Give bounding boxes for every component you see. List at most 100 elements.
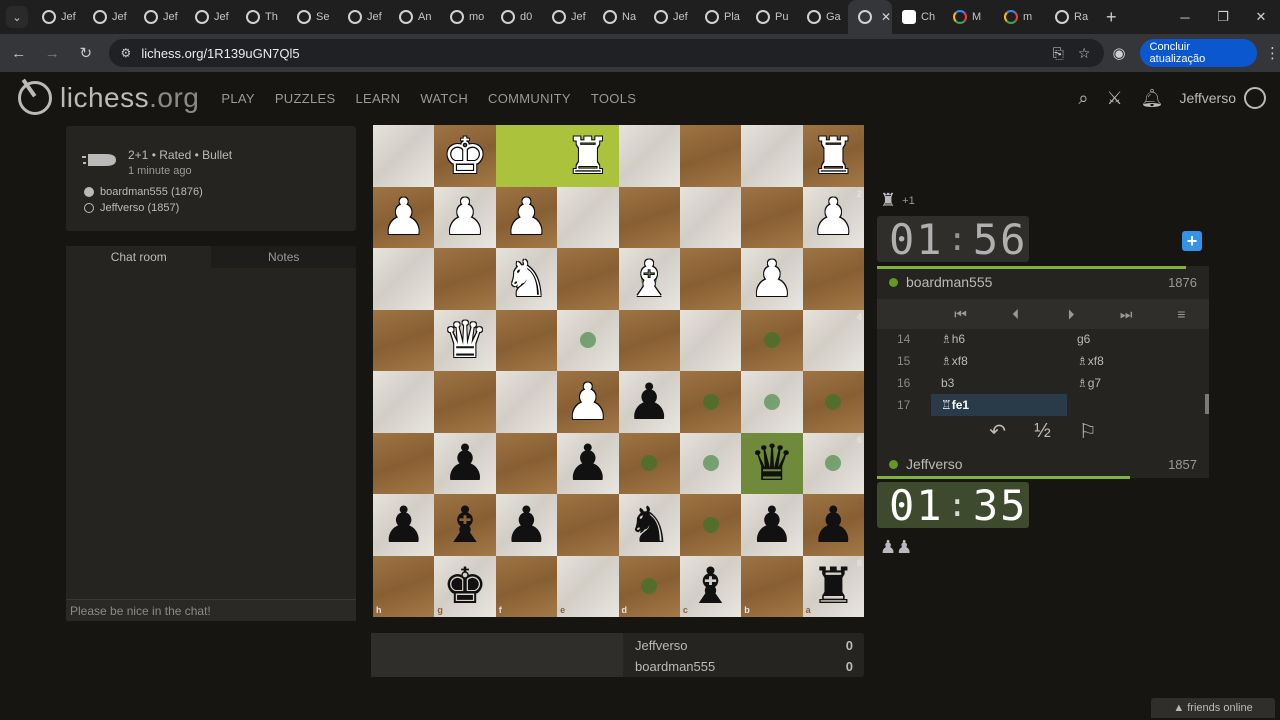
board-square[interactable] xyxy=(741,125,803,187)
move-hint-dot[interactable] xyxy=(763,393,780,410)
black-move[interactable]: ♗g7 xyxy=(1067,372,1203,394)
board-square[interactable] xyxy=(495,432,558,494)
chess-board[interactable]: ♚ ♜ ♜ ♟ ♟ ♟ ♟ ♞ ♝ ♟ ♛ ♟ ♟ ♟ ♟ ♛ ♟ ♝ ♟ ♞ ♟ ♟ ♚ ♝ ♜ 1 2 3 4 5 6 7 8 h g f e d c b… xyxy=(373,125,865,618)
white-piece-e1[interactable]: ♜ xyxy=(557,125,618,187)
user-menu[interactable]: Jeffverso xyxy=(1179,90,1236,106)
browser-tab[interactable]: An xyxy=(389,0,440,34)
close-tab-icon[interactable]: ✕ xyxy=(881,10,891,24)
nav-learn[interactable]: LEARN xyxy=(355,91,400,106)
browser-tab[interactable]: Jef xyxy=(644,0,695,34)
tab-search-button[interactable]: ⌄ xyxy=(6,6,28,28)
white-piece-d3[interactable]: ♝ xyxy=(619,248,680,310)
move-hint-dot[interactable] xyxy=(702,393,719,410)
black-move[interactable]: ♗xf8 xyxy=(1067,350,1203,372)
browser-tab[interactable]: Pu xyxy=(746,0,797,34)
white-piece-a1[interactable]: ♜ xyxy=(803,125,864,187)
board-square[interactable] xyxy=(373,309,435,371)
board-square[interactable] xyxy=(802,248,865,310)
white-piece-h2[interactable]: ♟ xyxy=(373,187,434,249)
black-piece-a8[interactable]: ♜ xyxy=(803,556,864,618)
board-square[interactable] xyxy=(557,248,619,310)
board-square[interactable] xyxy=(373,432,435,494)
black-piece-d7[interactable]: ♞ xyxy=(619,494,680,556)
white-move[interactable]: ♖fe1 xyxy=(931,394,1067,416)
resign-flag-icon[interactable]: ⚐ xyxy=(1079,419,1097,444)
white-move[interactable]: ♗h6 xyxy=(931,328,1067,350)
move-hint-dot[interactable] xyxy=(702,516,719,533)
black-piece-f7[interactable]: ♟ xyxy=(496,494,557,556)
board-square[interactable] xyxy=(679,186,742,248)
nav-community[interactable]: COMMUNITY xyxy=(488,91,571,106)
white-piece-f3[interactable]: ♞ xyxy=(496,248,557,310)
reload-button[interactable]: ↻ xyxy=(71,38,101,68)
black-piece-b6[interactable]: ♛ xyxy=(741,433,802,495)
board-square[interactable] xyxy=(495,371,558,433)
black-piece-g6[interactable]: ♟ xyxy=(434,433,495,495)
board-square[interactable] xyxy=(802,309,865,371)
chat-input[interactable]: Please be nice in the chat! xyxy=(66,599,356,621)
browser-tab[interactable]: Jef xyxy=(134,0,185,34)
move-hint-dot[interactable] xyxy=(825,393,842,410)
board-square[interactable] xyxy=(434,371,496,433)
player-user[interactable]: Jeffverso 1857 xyxy=(889,456,1197,472)
browser-tab[interactable]: M xyxy=(943,0,994,34)
white-piece-a2[interactable]: ♟ xyxy=(803,187,864,249)
board-square[interactable] xyxy=(495,555,558,617)
swords-icon[interactable]: ⚔ xyxy=(1106,88,1122,109)
white-piece-g1[interactable]: ♚ xyxy=(434,125,495,187)
nav-puzzles[interactable]: PUZZLES xyxy=(275,91,336,106)
black-piece-g8[interactable]: ♚ xyxy=(434,556,495,618)
tab-chat-room[interactable]: Chat room xyxy=(66,246,212,268)
black-piece-h7[interactable]: ♟ xyxy=(373,494,434,556)
board-square[interactable] xyxy=(373,371,435,433)
update-button[interactable]: Concluir atualização xyxy=(1139,39,1257,67)
browser-tab[interactable]: Se xyxy=(287,0,338,34)
nav-tools[interactable]: TOOLS xyxy=(591,91,636,106)
black-piece-e6[interactable]: ♟ xyxy=(557,433,618,495)
browser-menu-icon[interactable]: ⋮ xyxy=(1265,44,1280,62)
bookmark-star-icon[interactable]: ☆ xyxy=(1078,45,1091,62)
score-row[interactable]: boardman555 0 xyxy=(635,659,853,674)
board-square[interactable] xyxy=(373,125,435,187)
browser-tab[interactable]: Th xyxy=(236,0,287,34)
black-piece-d5[interactable]: ♟ xyxy=(619,371,680,433)
next-move-icon[interactable]: ⏵ xyxy=(1056,306,1086,323)
nav-watch[interactable]: WATCH xyxy=(420,91,468,106)
board-square[interactable] xyxy=(679,248,742,310)
draw-offer-button[interactable]: ½ xyxy=(1034,420,1051,443)
browser-tab[interactable]: Na xyxy=(593,0,644,34)
site-logo[interactable]: lichess.org xyxy=(18,81,199,115)
black-piece-c8[interactable]: ♝ xyxy=(680,556,741,618)
black-player-link[interactable]: Jeffverso (1857) xyxy=(84,202,179,214)
browser-tab[interactable]: ✕ xyxy=(848,0,892,34)
board-square[interactable] xyxy=(495,125,558,187)
forward-button[interactable]: → xyxy=(38,38,68,68)
browser-tab[interactable]: Ra xyxy=(1045,0,1096,34)
board-square[interactable] xyxy=(618,309,680,371)
browser-tab[interactable]: d0 xyxy=(491,0,542,34)
profile-icon[interactable]: ◉ xyxy=(1112,44,1125,62)
tab-notes[interactable]: Notes xyxy=(211,246,356,268)
white-piece-b3[interactable]: ♟ xyxy=(741,248,802,310)
black-piece-a7[interactable]: ♟ xyxy=(803,494,864,556)
black-move[interactable]: g6 xyxy=(1067,328,1203,350)
white-piece-e5[interactable]: ♟ xyxy=(557,371,618,433)
board-square[interactable] xyxy=(373,248,435,310)
browser-tab[interactable]: Jef xyxy=(32,0,83,34)
browser-tab[interactable]: Jef xyxy=(83,0,134,34)
board-square[interactable] xyxy=(373,555,435,617)
board-square[interactable] xyxy=(679,125,742,187)
board-square[interactable] xyxy=(434,248,496,310)
back-button[interactable]: ← xyxy=(4,38,34,68)
black-piece-g7[interactable]: ♝ xyxy=(434,494,495,556)
browser-tab[interactable]: mo xyxy=(440,0,491,34)
move-hint-dot[interactable] xyxy=(702,455,719,472)
white-move[interactable]: b3 xyxy=(931,372,1067,394)
board-square[interactable] xyxy=(679,309,742,371)
prev-move-icon[interactable]: ⏴ xyxy=(1001,306,1031,323)
board-square[interactable] xyxy=(495,309,558,371)
add-time-button[interactable]: + xyxy=(1182,231,1202,251)
user-avatar-icon[interactable] xyxy=(1244,87,1266,109)
black-move[interactable] xyxy=(1067,394,1203,416)
white-move[interactable]: ♗xf8 xyxy=(931,350,1067,372)
